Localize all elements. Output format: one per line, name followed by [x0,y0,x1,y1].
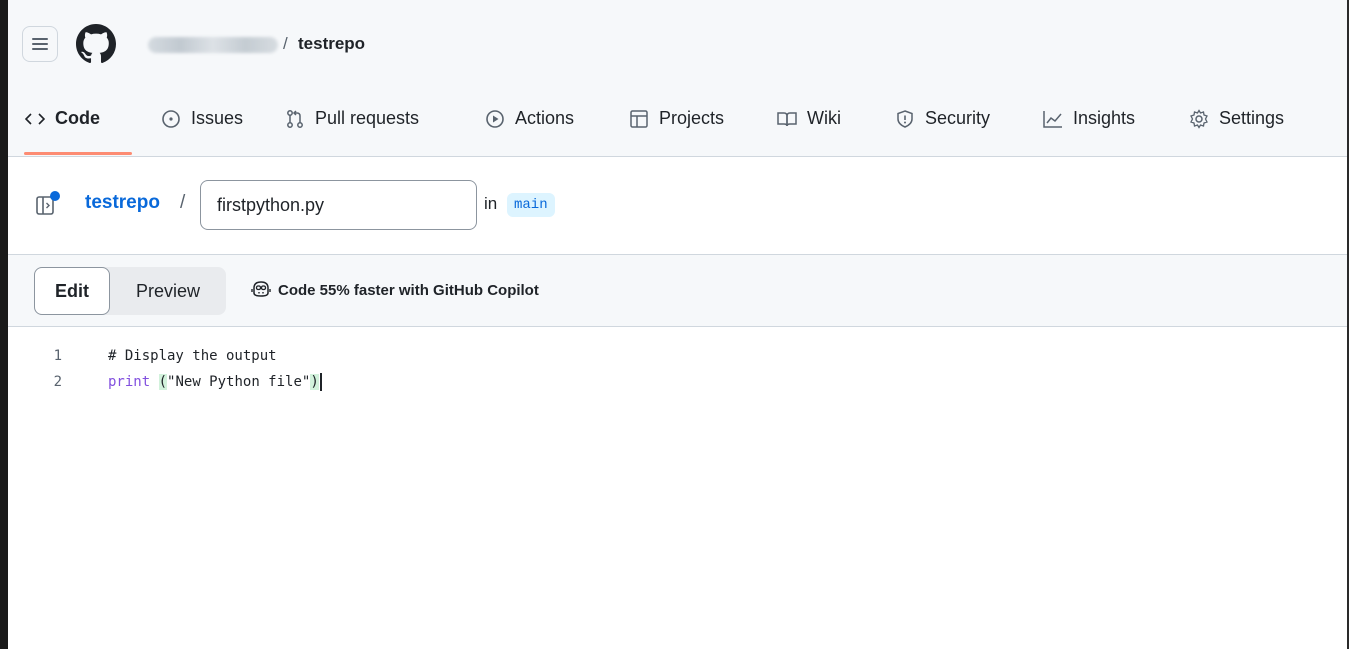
line-content: print ("New Python file") [108,369,322,395]
breadcrumb-separator: / [283,34,288,53]
line-content: # Display the output [108,348,277,364]
top-bar: / testrepo [8,20,1347,72]
tab-label: Projects [659,108,725,128]
tab-issues[interactable]: Issues [160,98,243,144]
hamburger-menu-button[interactable] [22,26,58,62]
active-tab-indicator [24,152,132,155]
shield-icon [894,108,916,130]
book-icon [776,108,798,130]
gear-icon [1188,108,1210,130]
copilot-icon [250,279,272,301]
breadcrumb-repo-name[interactable]: testrepo [298,34,365,54]
tab-projects[interactable]: Projects [628,98,724,144]
window-frame-left [0,0,8,649]
file-path-row: testrepo / in main [8,178,1347,232]
editor-toolbar: Edit Preview Code 55% faster with GitHub… [8,255,1347,327]
repo-nav-tabs: Code Issues Pull requests Actions Projec… [8,98,1347,144]
hamburger-icon [32,38,48,50]
tab-label: Code [55,108,100,128]
code-editor: Edit Preview Code 55% faster with GitHub… [8,254,1347,649]
tab-label: Pull requests [315,108,420,128]
window-frame-right [1347,0,1349,649]
tab-security[interactable]: Security [894,98,990,144]
tab-actions[interactable]: Actions [484,98,574,144]
branch-badge[interactable]: main [507,193,555,217]
text-cursor [319,373,322,391]
tab-label: Settings [1219,108,1285,128]
table-icon [628,108,650,130]
repo-header: / testrepo Code Issues Pull requests Act… [8,0,1347,157]
path-separator: / [180,192,186,213]
tab-label: Security [925,108,991,128]
line-number: 1 [53,348,62,364]
filename-input[interactable] [200,180,477,230]
file-tree-toggle-icon[interactable] [34,190,64,218]
preview-tab-button[interactable]: Preview [110,267,226,315]
tab-pull-requests[interactable]: Pull requests [284,98,419,144]
copilot-promo-text: Code 55% faster with GitHub Copilot [278,281,539,299]
copilot-promo-link[interactable]: Code 55% faster with GitHub Copilot [250,279,539,301]
issue-opened-icon [160,108,182,130]
tab-wiki[interactable]: Wiki [776,98,841,144]
keyword-print: print [108,374,151,390]
git-pull-request-icon [284,108,306,130]
tab-settings[interactable]: Settings [1188,98,1284,144]
edit-preview-toggle: Edit Preview [34,267,226,315]
tab-label: Insights [1073,108,1136,128]
in-label: in [484,194,498,213]
tab-label: Wiki [807,108,841,128]
github-logo-icon[interactable] [76,24,116,64]
owner-name-redacted[interactable] [148,37,278,53]
code-line: 1 # Display the output [8,343,1347,369]
close-paren-highlight: ) [310,374,319,390]
string-literal: "New Python file" [167,374,311,390]
github-editor-app: / testrepo Code Issues Pull requests Act… [8,0,1347,649]
open-paren-highlight: ( [158,374,168,390]
graph-icon [1042,108,1064,130]
edit-tab-button[interactable]: Edit [34,267,110,315]
tab-label: Actions [515,108,575,128]
code-text-area[interactable]: 1 # Display the output 2 print ("New Pyt… [8,327,1347,649]
tab-insights[interactable]: Insights [1042,98,1135,144]
play-icon [484,108,506,130]
tab-code[interactable]: Code [24,98,100,144]
repo-link[interactable]: testrepo [85,192,160,214]
code-line: 2 print ("New Python file") [8,369,1347,395]
code-icon [24,108,46,130]
line-number: 2 [53,374,62,390]
tab-label: Issues [191,108,244,128]
